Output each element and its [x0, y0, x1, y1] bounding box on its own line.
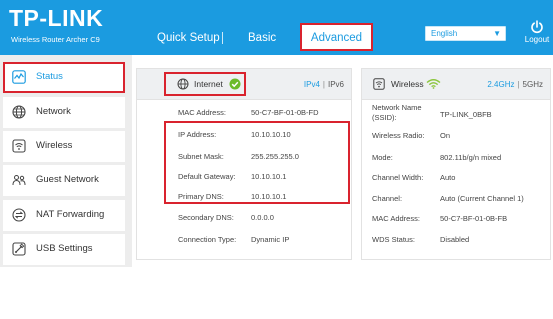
wireless-icon: [12, 139, 26, 153]
connection-type-label: Connection Type:: [178, 235, 237, 244]
wds-status-label: WDS Status:: [372, 235, 415, 244]
sidebar-item-label: Status: [36, 71, 63, 82]
top-header: TP-LINK Wireless Router Archer C9 Quick …: [0, 0, 553, 55]
globe-icon: [12, 105, 26, 119]
ssid-value: TP-LINK_0BFB: [440, 110, 492, 119]
chevron-down-icon: ▼: [493, 29, 501, 38]
tab-basic[interactable]: Basic: [248, 31, 276, 45]
wireless-title: Wireless: [391, 79, 424, 89]
wireless-radio-value: On: [440, 131, 451, 140]
ip-version-divider: |: [322, 80, 325, 89]
sidebar-item-label: Network: [36, 106, 71, 117]
internet-panel-header: Internet IPv4 | IPv6: [137, 69, 351, 100]
secondary-dns-value: 0.0.0.0: [251, 213, 274, 222]
mode-label: Mode:: [372, 153, 393, 162]
tab-advanced[interactable]: Advanced: [300, 23, 373, 51]
language-select-value: English: [431, 29, 458, 38]
sidebar-item-guest-network[interactable]: Guest Network: [3, 165, 125, 196]
band-divider: |: [517, 80, 520, 89]
internet-mac-value: 50-C7-BF-01-0B-FD: [251, 108, 319, 117]
power-icon: [531, 20, 543, 34]
logout-button[interactable]: Logout: [524, 20, 550, 46]
sidebar-item-wireless[interactable]: Wireless: [3, 131, 125, 162]
wireless-panel: Wireless 2.4GHz | 5GHz: [361, 68, 551, 260]
channel-value: Auto (Current Channel 1): [440, 194, 524, 203]
nav-divider: [222, 32, 223, 44]
sidebar-item-label: NAT Forwarding: [36, 209, 105, 220]
ssid-label: Network Name: [372, 103, 422, 112]
channel-width-label: Channel Width:: [372, 173, 424, 182]
nat-forwarding-icon: [12, 208, 26, 222]
band-24ghz-link[interactable]: 2.4GHz: [487, 80, 514, 89]
wifi-signal-icon: [426, 79, 441, 89]
sidebar-item-usb-settings[interactable]: USB Settings: [3, 234, 125, 265]
ip-version-toggle: IPv4 | IPv6: [304, 79, 344, 90]
wireless-icon: [373, 78, 385, 90]
sidebar-item-network[interactable]: Network: [3, 97, 125, 128]
language-select[interactable]: English ▼: [425, 26, 506, 41]
wireless-panel-header: Wireless 2.4GHz | 5GHz: [362, 69, 550, 100]
globe-icon: [177, 78, 189, 90]
wireless-mac-label: MAC Address:: [372, 214, 420, 223]
wireless-band-toggle: 2.4GHz | 5GHz: [487, 79, 543, 90]
sidebar-item-label: Guest Network: [36, 174, 99, 185]
ssid-label-suffix: (SSID):: [372, 113, 397, 122]
band-5ghz-link[interactable]: 5GHz: [523, 80, 543, 89]
sidebar: Status Network Wireless Guest Network NA…: [0, 55, 132, 267]
tab-quick-setup[interactable]: Quick Setup: [157, 31, 220, 45]
logout-label: Logout: [524, 35, 550, 44]
internet-title: Internet: [194, 79, 223, 89]
sidebar-item-status[interactable]: Status: [3, 62, 125, 93]
sidebar-item-label: Wireless: [36, 140, 73, 151]
brand-logo: TP-LINK: [9, 5, 104, 31]
sidebar-item-label: USB Settings: [36, 243, 93, 254]
channel-label: Channel:: [372, 194, 403, 203]
ipv4-link[interactable]: IPv4: [304, 80, 320, 89]
status-icon: [12, 70, 26, 84]
usb-settings-icon: [12, 242, 26, 256]
internet-mac-label: MAC Address:: [178, 108, 226, 117]
connection-type-value: Dynamic IP: [251, 235, 290, 244]
tab-advanced-label: Advanced: [310, 32, 363, 44]
check-circle-icon: [229, 78, 241, 90]
secondary-dns-label: Secondary DNS:: [178, 213, 234, 222]
sidebar-item-nat-forwarding[interactable]: NAT Forwarding: [3, 200, 125, 231]
mode-value: 802.11b/g/n mixed: [440, 153, 502, 162]
wireless-radio-label: Wireless Radio:: [372, 131, 425, 140]
ip-settings-highlight: [164, 121, 350, 204]
guest-network-icon: [12, 175, 26, 186]
wds-status-value: Disabled: [440, 235, 470, 244]
router-model: Wireless Router Archer C9: [11, 35, 100, 44]
ipv6-link[interactable]: IPv6: [328, 80, 344, 89]
channel-width-value: Auto: [440, 173, 456, 182]
wireless-mac-value: 50-C7-BF-01-0B-FB: [440, 214, 508, 223]
